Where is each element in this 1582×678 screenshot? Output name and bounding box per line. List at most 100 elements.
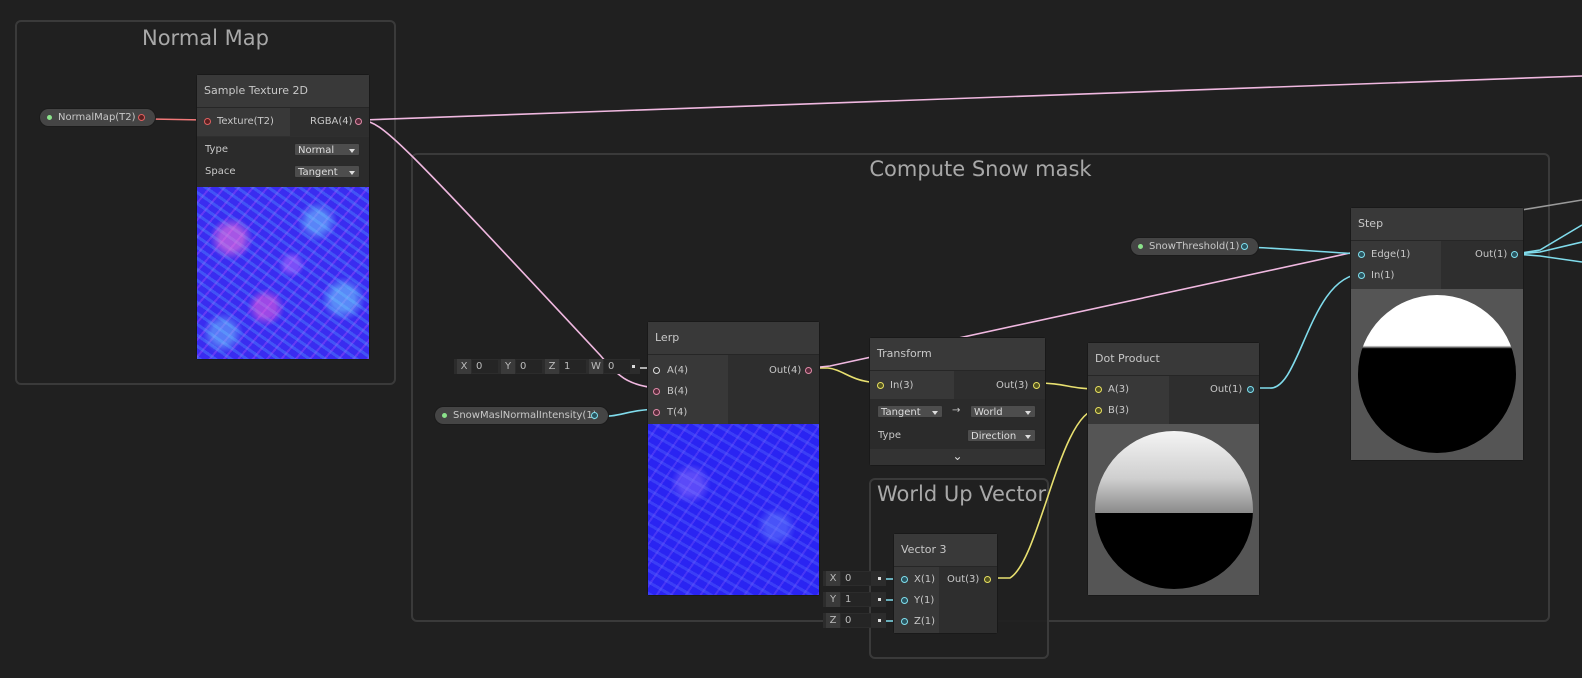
dot-product-node[interactable]: Dot Product A(3) B(3) Out(1) — [1088, 343, 1259, 595]
property-output-port[interactable] — [591, 412, 598, 419]
dot-out-port[interactable] — [1247, 386, 1254, 393]
property-output-port[interactable] — [138, 114, 145, 121]
chevron-down-icon — [1025, 411, 1031, 415]
x-field[interactable]: 0 — [841, 572, 871, 585]
vector3-y-port[interactable] — [901, 597, 908, 604]
property-indicator — [47, 115, 52, 120]
vector3-z-label: Z(1) — [914, 616, 936, 627]
dot-a-input-port[interactable] — [1095, 386, 1102, 393]
texture-input-label: Texture(T2) — [217, 116, 274, 127]
type-dropdown[interactable]: Normal — [294, 143, 360, 156]
space-dropdown[interactable]: Tangent — [294, 165, 360, 178]
vector3-node[interactable]: Vector 3 X(1) Y(1) Z(1) Out(3) — [894, 534, 997, 633]
node-title: Step — [1351, 208, 1523, 241]
property-indicator — [1138, 244, 1143, 249]
property-output-port[interactable] — [1241, 243, 1248, 250]
w-field[interactable]: 0 — [604, 360, 630, 373]
transform-out-port[interactable] — [1033, 382, 1040, 389]
y-field[interactable]: 1 — [841, 593, 871, 606]
sample-texture-2d-node[interactable]: Sample Texture 2D Texture(T2) RGBA(4) Ty… — [197, 75, 369, 359]
chevron-down-icon — [349, 149, 355, 153]
snowthreshold-property[interactable]: SnowThreshold(1) — [1131, 238, 1258, 255]
dot-b-label: B(3) — [1108, 405, 1130, 416]
property-label: SnowMaslNormalIntensity(1) — [453, 410, 597, 421]
lerp-out-port[interactable] — [805, 367, 812, 374]
rgba-output-port[interactable] — [355, 118, 362, 125]
step-out-label: Out(1) — [1475, 249, 1508, 260]
arrow-right-icon: → — [952, 405, 961, 416]
wire-rgba-to-right — [361, 75, 1582, 121]
texture-input-port[interactable] — [204, 118, 211, 125]
dropdown-value: Tangent — [298, 167, 338, 178]
y-label: Y — [501, 359, 515, 374]
step-in-label: In(1) — [1371, 270, 1395, 281]
property-label: SnowThreshold(1) — [1149, 241, 1240, 252]
vector3-x-label: X(1) — [914, 574, 936, 585]
node-title: Sample Texture 2D — [197, 75, 369, 108]
x-label: X — [457, 359, 471, 374]
snow-mask-normal-intensity-property[interactable]: SnowMaslNormalIntensity(1) — [435, 407, 608, 424]
transform-type-dropdown[interactable]: Direction — [967, 429, 1036, 442]
lerp-a-input-port[interactable] — [653, 367, 660, 374]
dropdown-value: Tangent — [881, 407, 921, 418]
vector3-z-default[interactable]: Z 0 — [823, 613, 886, 628]
vector3-y-label: Y(1) — [914, 595, 935, 606]
step-preview — [1351, 289, 1523, 460]
texture-preview — [197, 187, 369, 359]
transform-node[interactable]: Transform In(3) Out(3) Tangent → World T… — [870, 338, 1045, 465]
step-node[interactable]: Step Edge(1) In(1) Out(1) — [1351, 208, 1523, 460]
lerp-t-label: T(4) — [667, 407, 688, 418]
vector3-out-port[interactable] — [984, 576, 991, 583]
chevron-down-icon — [349, 171, 355, 175]
property-indicator — [442, 413, 447, 418]
group-title: Normal Map — [142, 26, 269, 50]
lerp-node[interactable]: Lerp A(4) B(4) T(4) Out(4) — [648, 322, 819, 595]
type-label: Type — [205, 144, 228, 155]
lerp-a-default-vector4[interactable]: X 0 Y 0 Z 1 W 0 — [454, 359, 640, 374]
transform-to-dropdown[interactable]: World — [970, 405, 1036, 418]
z-field[interactable]: 1 — [560, 360, 586, 373]
dot-a-label: A(3) — [1108, 384, 1130, 395]
z-label: Z — [545, 359, 559, 374]
step-edge-input-port[interactable] — [1358, 251, 1365, 258]
normalmap-property[interactable]: NormalMap(T2) — [40, 109, 155, 126]
transform-out-label: Out(3) — [996, 380, 1029, 391]
z-label: Z — [826, 613, 840, 628]
chevron-down-icon — [1025, 435, 1031, 439]
rgba-output-label: RGBA(4) — [310, 116, 353, 127]
connector-dot — [878, 577, 881, 580]
y-label: Y — [826, 592, 840, 607]
lerp-t-input-port[interactable] — [653, 409, 660, 416]
vector3-out-label: Out(3) — [947, 574, 980, 585]
vector3-z-port[interactable] — [901, 618, 908, 625]
lerp-b-input-port[interactable] — [653, 388, 660, 395]
property-label: NormalMap(T2) — [58, 112, 136, 123]
transform-from-dropdown[interactable]: Tangent — [877, 405, 943, 418]
connector-dot — [632, 365, 635, 368]
dot-b-input-port[interactable] — [1095, 407, 1102, 414]
y-field[interactable]: 0 — [516, 360, 542, 373]
lerp-out-label: Out(4) — [769, 365, 802, 376]
preview-sphere — [1095, 431, 1253, 589]
group-title: World Up Vector — [877, 482, 1047, 506]
z-field[interactable]: 0 — [841, 614, 871, 627]
expand-chevron-icon[interactable]: ⌄ — [870, 449, 1045, 465]
preview-sphere — [1358, 295, 1516, 453]
vector3-x-port[interactable] — [901, 576, 908, 583]
space-label: Space — [205, 166, 236, 177]
transform-in-port[interactable] — [877, 382, 884, 389]
dot-out-label: Out(1) — [1210, 384, 1243, 395]
connector-dot — [878, 619, 881, 622]
lerp-a-label: A(4) — [667, 365, 689, 376]
dot-product-preview — [1088, 424, 1259, 595]
transform-type-label: Type — [878, 430, 901, 441]
step-in-input-port[interactable] — [1358, 272, 1365, 279]
node-title: Dot Product — [1088, 343, 1259, 376]
w-label: W — [589, 359, 603, 374]
vector3-x-default[interactable]: X 0 — [823, 571, 886, 586]
x-field[interactable]: 0 — [472, 360, 498, 373]
step-out-port[interactable] — [1511, 251, 1518, 258]
dropdown-value: Direction — [971, 431, 1017, 442]
vector3-y-default[interactable]: Y 1 — [823, 592, 886, 607]
transform-in-label: In(3) — [890, 380, 914, 391]
